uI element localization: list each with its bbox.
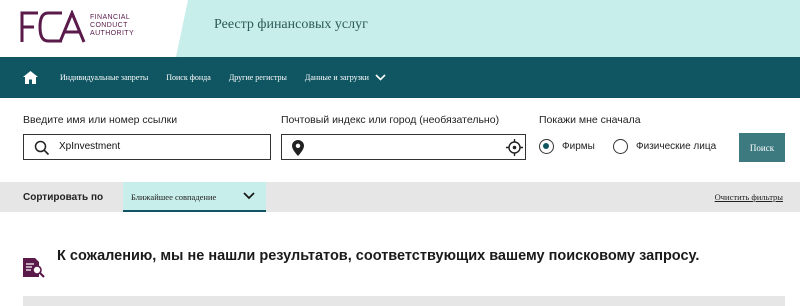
logo-area[interactable]: FINANCIAL CONDUCT AUTHORITY: [0, 0, 188, 57]
no-results-message: К сожалению, мы не нашли результатов, со…: [57, 248, 700, 264]
radio-label: Фирмы: [562, 141, 595, 152]
no-results-icon: [23, 258, 45, 278]
show-first-label: Покажи мне сначала: [539, 114, 641, 126]
name-input-value: XpInvestment: [59, 141, 121, 152]
radio-button-selected[interactable]: [539, 139, 554, 154]
location-pin-icon: [292, 140, 304, 156]
nav-item-fund-search[interactable]: Поиск фонда: [166, 73, 211, 82]
sort-selected-value: Ближайшее совпадение: [131, 192, 217, 202]
nav-item-label: Данные и загрузки: [304, 73, 369, 82]
home-icon[interactable]: [23, 71, 40, 85]
nav-item-label: Поиск фонда: [166, 73, 211, 82]
chevron-down-icon: [243, 192, 255, 200]
search-panel: Введите имя или номер ссылки XpInvestmen…: [0, 98, 800, 182]
logo-line: AUTHORITY: [90, 30, 135, 37]
fca-logo-mark: [20, 10, 86, 43]
nav-item-label: Другие регистры: [228, 73, 287, 82]
results-area: К сожалению, мы не нашли результатов, со…: [0, 212, 800, 306]
name-field-label: Введите имя или номер ссылки: [23, 114, 178, 126]
chevron-down-icon: [375, 74, 386, 81]
locate-me-icon[interactable]: [506, 139, 523, 156]
nav-item-other-registers[interactable]: Другие регистры: [229, 73, 287, 82]
header-title-area: Реестр финансовых услуг: [176, 0, 800, 57]
radio-button[interactable]: [613, 139, 628, 154]
nav-item-label: Индивидуальные запреты: [60, 73, 149, 82]
page-title: Реестр финансовых услуг: [214, 17, 368, 32]
name-search-input[interactable]: XpInvestment: [23, 134, 271, 160]
postcode-field-label: Почтовый индекс или город (необязательно…: [281, 114, 500, 126]
radio-label: Физические лица: [636, 141, 717, 152]
search-icon: [34, 140, 50, 156]
logo-line: CONDUCT: [90, 22, 128, 29]
nav-item-data-downloads[interactable]: Данные и загрузки: [305, 73, 386, 82]
sort-label: Сортировать по: [23, 192, 104, 203]
search-button[interactable]: Поиск: [739, 133, 785, 162]
radio-individuals[interactable]: Физические лица: [613, 139, 716, 154]
nav-item-individual-bans[interactable]: Индивидуальные запреты: [60, 73, 148, 82]
postcode-input[interactable]: [281, 134, 526, 160]
results-divider: [23, 296, 785, 306]
main-nav: Индивидуальные запреты Поиск фонда Други…: [0, 57, 800, 98]
logo-wordmark: FINANCIAL CONDUCT AUTHORITY: [90, 14, 134, 38]
site-header: FINANCIAL CONDUCT AUTHORITY Реестр финан…: [0, 0, 800, 57]
radio-firms[interactable]: Фирмы: [539, 139, 595, 154]
logo-line: FINANCIAL: [90, 14, 131, 21]
sort-dropdown[interactable]: Ближайшее совпадение: [123, 182, 266, 212]
sort-bar: Сортировать по Ближайшее совпадение Очис…: [0, 182, 800, 212]
clear-filters-link[interactable]: Очистить фильтры: [715, 192, 783, 202]
